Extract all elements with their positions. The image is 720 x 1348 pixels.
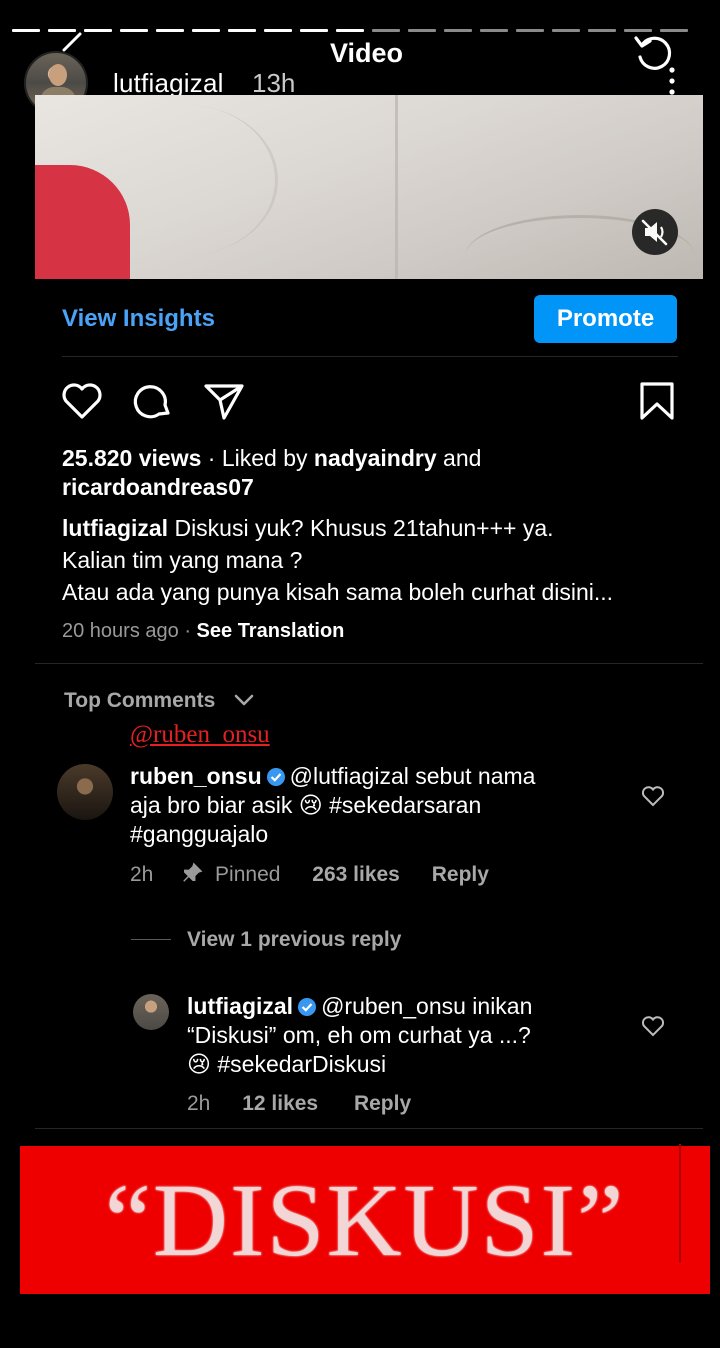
mute-button[interactable] <box>632 209 678 255</box>
back-icon[interactable] <box>62 32 82 52</box>
share-icon[interactable] <box>202 380 246 422</box>
screen-title: Video <box>330 38 404 68</box>
divider <box>131 939 171 940</box>
view-insights-link[interactable]: View Insights <box>62 305 215 333</box>
reply-button[interactable]: Reply <box>432 863 489 886</box>
verified-icon <box>266 768 285 786</box>
chevron-down-icon[interactable] <box>233 692 255 708</box>
banner-text: “DISKUSI” <box>104 1162 626 1278</box>
verified-icon <box>298 998 317 1016</box>
caption-line: lutfiagizal Diskusi yuk? Khusus 21tahun+… <box>62 515 554 541</box>
comment-text: #gangguajalo <box>130 821 269 847</box>
likes-count[interactable]: 263 likes <box>312 863 400 886</box>
heart-icon[interactable] <box>60 380 104 422</box>
heart-icon[interactable] <box>641 785 665 807</box>
caption-line: Atau ada yang punya kisah sama boleh cur… <box>62 579 614 605</box>
comment-meta: 2h Pinned 263 likes Reply <box>130 862 489 886</box>
see-translation-link[interactable]: See Translation <box>197 620 345 642</box>
comment-text: aja bro biar asik 😢 #sekedarsaran <box>130 792 482 818</box>
views-count: 25.820 views <box>62 445 202 471</box>
promote-button[interactable]: Promote <box>534 295 677 343</box>
comment-text: lutfiagizal @ruben_onsu inikan <box>187 993 533 1019</box>
divider <box>679 1144 681 1262</box>
comment-meta: 2h 12 likes Reply <box>187 1092 412 1115</box>
divider <box>35 1128 703 1129</box>
overlay-mention: @ruben_onsu <box>130 721 270 748</box>
divider <box>35 663 703 664</box>
pin-icon <box>183 862 203 882</box>
more-icon[interactable] <box>667 66 677 96</box>
likes-line: 25.820 views · Liked by nadyaindry and <box>62 445 482 471</box>
mute-icon <box>641 219 668 246</box>
caption-line: Kalian tim yang mana ? <box>62 547 303 573</box>
comment-text: 😢 #sekedarDiskusi <box>187 1051 387 1077</box>
save-icon[interactable] <box>638 380 676 422</box>
comment-username[interactable]: ruben_onsu <box>130 763 262 789</box>
avatar[interactable] <box>133 994 169 1030</box>
video-player[interactable] <box>35 95 703 279</box>
liked-user[interactable]: nadyaindry <box>314 445 437 471</box>
comment-text: ruben_onsu @lutfiagizal sebut nama <box>130 763 536 789</box>
heart-icon[interactable] <box>641 1015 665 1037</box>
comment-username[interactable]: lutfiagizal <box>187 993 293 1019</box>
comment-text: “Diskusi” om, eh om curhat ya ...? <box>187 1022 531 1048</box>
view-previous-replies[interactable]: View 1 previous reply <box>187 928 401 952</box>
post-time-ago: 20 hours ago <box>62 620 179 642</box>
reply-button[interactable]: Reply <box>354 1092 411 1115</box>
liked-user[interactable]: ricardoandreas07 <box>62 473 254 502</box>
divider <box>62 356 678 357</box>
top-comments-toggle[interactable]: Top Comments <box>64 689 215 713</box>
overlay-banner: “DISKUSI” <box>20 1146 710 1294</box>
avatar[interactable] <box>57 764 113 820</box>
post-meta: 20 hours ago · See Translation <box>62 620 345 642</box>
comment-icon[interactable] <box>131 380 175 422</box>
story-progress-bar <box>12 29 708 33</box>
likes-count[interactable]: 12 likes <box>242 1092 318 1115</box>
caption-username[interactable]: lutfiagizal <box>62 515 168 541</box>
